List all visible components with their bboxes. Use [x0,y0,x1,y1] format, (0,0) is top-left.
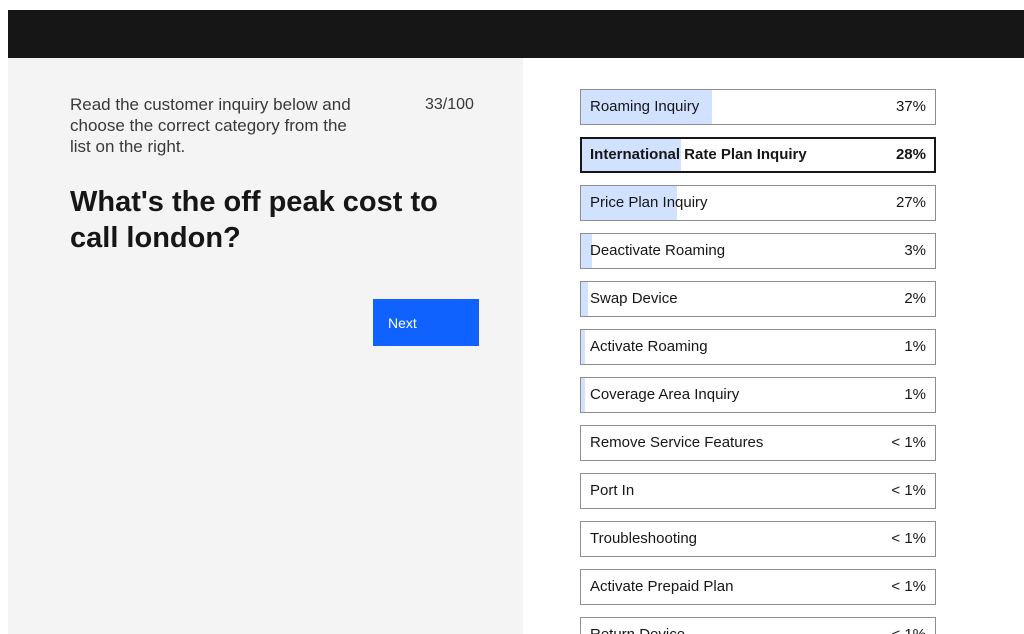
category-option[interactable]: Swap Device 2% [580,281,936,317]
instructions-text: Read the customer inquiry below and choo… [70,95,351,156]
category-label: Coverage Area Inquiry [590,386,740,403]
category-option[interactable]: Activate Roaming 1% [580,329,936,365]
category-option[interactable]: Roaming Inquiry 37% [580,89,936,125]
confidence-percent: 1% [904,386,926,403]
confidence-percent: < 1% [891,434,926,451]
category-label: Deactivate Roaming [590,242,726,259]
confidence-percent: 3% [904,242,926,259]
category-label: Remove Service Features [590,434,764,451]
customer-inquiry: What's the off peak cost to call london? [70,186,438,254]
category-option[interactable]: Troubleshooting < 1% [580,521,936,557]
confidence-percent: < 1% [891,482,926,499]
category-option[interactable]: Deactivate Roaming 3% [580,233,936,269]
confidence-percent: < 1% [891,578,926,595]
category-label: Activate Roaming [590,338,708,355]
confidence-percent: < 1% [891,618,926,634]
category-option[interactable]: Port In < 1% [580,473,936,509]
confidence-bar [581,378,585,412]
confidence-percent: 27% [895,194,926,211]
category-label: Return Device [590,618,685,634]
category-option[interactable]: International Rate Plan Inquiry 28% [580,137,936,173]
category-label: Port In [590,482,635,499]
confidence-bar [581,330,585,364]
confidence-percent: 2% [904,290,926,307]
category-list: Roaming Inquiry 37% International Rate Pla… [580,89,936,634]
confidence-percent: 28% [895,146,926,163]
confidence-percent: 1% [904,338,926,355]
category-option[interactable]: Coverage Area Inquiry 1% [580,377,936,413]
category-label: Activate Prepaid Plan [590,578,734,595]
progress-counter: 33/100 [425,96,474,113]
question-panel: Read the customer inquiry below and choo… [8,58,523,634]
top-bar [8,10,1024,58]
category-label: Roaming Inquiry [590,98,700,115]
category-label: Swap Device [590,290,678,307]
confidence-percent: < 1% [891,530,926,547]
category-label: Price Plan Inquiry [590,194,708,211]
category-label: Troubleshooting [590,530,698,547]
category-label: International Rate Plan Inquiry [590,146,807,163]
category-option[interactable]: Activate Prepaid Plan < 1% [580,569,936,605]
next-button[interactable]: Next [373,299,479,346]
confidence-percent: 37% [895,98,926,115]
category-option[interactable]: Price Plan Inquiry 27% [580,185,936,221]
category-option[interactable]: Remove Service Features < 1% [580,425,936,461]
category-option[interactable]: Return Device < 1% [580,617,936,634]
confidence-bar [581,282,589,316]
